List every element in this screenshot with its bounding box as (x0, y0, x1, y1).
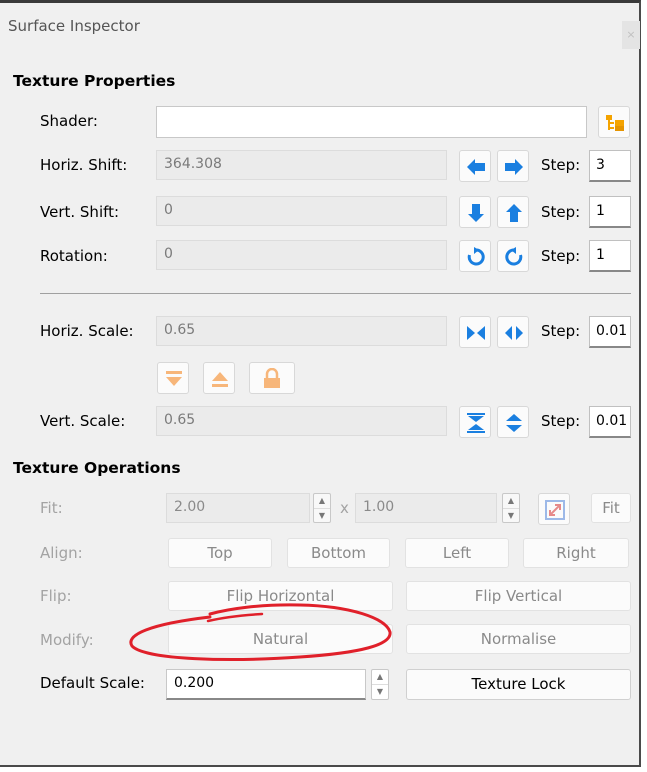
rotate-counterclockwise-icon (505, 247, 523, 266)
flip-label: Flip: (40, 587, 72, 605)
horiz-shift-step-input[interactable]: 3 (589, 150, 631, 182)
shader-input[interactable] (156, 106, 587, 138)
shader-label: Shader: (40, 112, 98, 130)
horizontal-shrink-icon (467, 326, 485, 340)
flip-horizontal-button[interactable]: Flip Horizontal (168, 581, 393, 611)
shift-right-button[interactable] (497, 150, 529, 182)
arrow-left-icon (467, 159, 485, 175)
shift-up-button[interactable] (497, 196, 529, 228)
horiz-scale-grow-button[interactable] (497, 316, 529, 348)
vert-shift-input[interactable]: 0 (156, 196, 447, 226)
window-title: Surface Inspector (8, 17, 140, 35)
arrow-up-bar-icon (212, 372, 228, 387)
vert-shift-label: Vert. Shift: (40, 203, 120, 221)
horiz-scale-step-input[interactable]: 0.01 (589, 316, 631, 348)
fit-label: Fit: (40, 499, 63, 517)
close-button[interactable]: × (622, 21, 640, 49)
arrow-right-icon (505, 159, 523, 175)
vert-scale-label: Vert. Scale: (40, 412, 126, 430)
scale-down-button[interactable] (157, 362, 189, 394)
horiz-shift-step-label: Step: (541, 156, 581, 174)
arrow-up-icon (506, 204, 522, 222)
modify-label: Modify: (40, 631, 94, 649)
vert-shift-step-input[interactable]: 1 (589, 196, 631, 228)
rotation-step-input[interactable]: 1 (589, 240, 631, 272)
texture-properties-heading: Texture Properties (13, 72, 176, 90)
vert-scale-step-label: Step: (541, 412, 581, 430)
scale-lock-button[interactable] (249, 362, 295, 394)
texture-lock-button[interactable]: Texture Lock (406, 669, 631, 700)
align-bottom-button[interactable]: Bottom (287, 538, 390, 568)
align-label: Align: (40, 544, 83, 562)
shader-browse-button[interactable] (598, 106, 630, 138)
shift-left-button[interactable] (459, 150, 491, 182)
scale-up-button[interactable] (203, 362, 235, 394)
default-scale-input[interactable]: 0.200 (166, 669, 366, 700)
vert-scale-grow-button[interactable] (497, 406, 529, 438)
fit-height-input[interactable]: 1.00 (355, 493, 497, 523)
vert-scale-input[interactable]: 0.65 (156, 406, 447, 436)
horiz-scale-shrink-button[interactable] (459, 316, 491, 348)
horiz-scale-step-label: Step: (541, 322, 581, 340)
fit-times-label: x (340, 499, 349, 517)
rotate-clockwise-icon (467, 247, 485, 266)
vertical-shrink-icon (467, 413, 485, 433)
vert-shift-step-label: Step: (541, 203, 581, 221)
horiz-scale-label: Horiz. Scale: (40, 322, 134, 340)
texture-operations-heading: Texture Operations (13, 459, 181, 477)
align-top-button[interactable]: Top (168, 538, 272, 568)
title-bar[interactable]: Surface Inspector × (0, 3, 640, 49)
folder-tree-icon (606, 115, 624, 131)
normalise-button[interactable]: Normalise (406, 624, 631, 654)
rotate-counterclockwise-button[interactable] (497, 240, 529, 272)
arrow-down-bar-icon (166, 371, 182, 386)
rotation-step-label: Step: (541, 247, 581, 265)
rotation-label: Rotation: (40, 247, 108, 265)
fit-width-input[interactable]: 2.00 (166, 493, 310, 523)
arrow-down-icon (468, 204, 484, 222)
horizontal-grow-icon (505, 326, 523, 340)
align-left-button[interactable]: Left (405, 538, 509, 568)
default-scale-label: Default Scale: (40, 674, 145, 692)
rotation-input[interactable]: 0 (156, 240, 447, 270)
horiz-shift-label: Horiz. Shift: (40, 156, 128, 174)
lock-icon (264, 368, 280, 388)
fit-height-spinner[interactable]: ▲ ▼ (502, 493, 520, 523)
vertical-grow-icon (506, 414, 522, 432)
fit-button[interactable]: Fit (591, 493, 631, 523)
divider (40, 293, 631, 294)
natural-button[interactable]: Natural (168, 624, 393, 654)
default-scale-spinner[interactable]: ▲ ▼ (371, 669, 389, 700)
vert-scale-shrink-button[interactable] (459, 406, 491, 438)
align-right-button[interactable]: Right (523, 538, 629, 568)
expand-icon (545, 500, 565, 520)
horiz-scale-input[interactable]: 0.65 (156, 316, 447, 346)
shift-down-button[interactable] (459, 196, 491, 228)
surface-inspector-window: Surface Inspector × Texture Properties S… (0, 0, 641, 767)
vert-scale-step-input[interactable]: 0.01 (589, 406, 631, 438)
flip-vertical-button[interactable]: Flip Vertical (406, 581, 631, 611)
horiz-shift-input[interactable]: 364.308 (156, 150, 447, 180)
rotate-clockwise-button[interactable] (459, 240, 491, 272)
fit-expand-button[interactable] (538, 493, 570, 525)
fit-width-spinner[interactable]: ▲ ▼ (313, 493, 331, 523)
